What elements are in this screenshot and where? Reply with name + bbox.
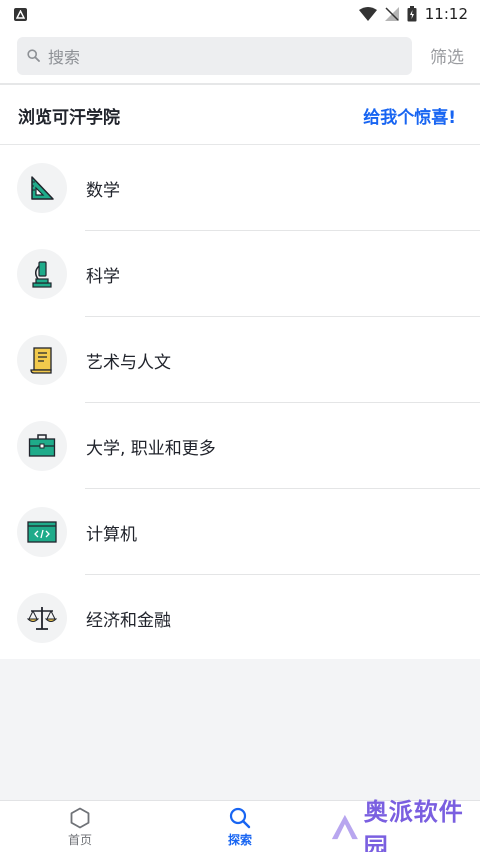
battery-icon	[407, 6, 417, 22]
status-time: 11:12	[424, 5, 468, 23]
subject-item-college-careers[interactable]: 大学, 职业和更多	[0, 403, 480, 489]
subject-item-computing[interactable]: 计算机	[0, 489, 480, 575]
empty-background	[0, 659, 480, 800]
watermark: 奥派软件园	[320, 798, 480, 852]
subject-icon-container	[17, 335, 67, 385]
wifi-icon	[358, 7, 377, 21]
search-row: 搜索 筛选	[0, 28, 480, 85]
subject-label: 大学, 职业和更多	[86, 438, 216, 459]
tab-explore-label: 探索	[227, 833, 252, 847]
subject-icon-container	[17, 421, 67, 471]
tab-home-label: 首页	[67, 833, 92, 847]
status-right: 11:12	[358, 5, 468, 23]
status-left	[14, 7, 27, 21]
subject-label: 数学	[86, 180, 120, 201]
subject-icon-container	[17, 593, 67, 643]
page-title: 浏览可汗学院	[18, 107, 120, 128]
triangle-ruler-icon	[31, 176, 54, 200]
subject-label: 艺术与人文	[86, 352, 171, 373]
tab-explore[interactable]: 探索	[160, 801, 320, 852]
hexagon-home-icon	[70, 807, 90, 829]
watermark-logo-icon	[331, 814, 358, 839]
subject-icon-container	[17, 163, 67, 213]
subject-label: 科学	[86, 266, 120, 287]
subject-label: 计算机	[86, 524, 137, 545]
notification-app-icon	[14, 7, 27, 21]
search-input[interactable]: 搜索	[17, 36, 412, 75]
filter-button[interactable]: 筛选	[430, 43, 464, 68]
no-signal-icon	[384, 7, 399, 21]
scroll-icon	[30, 347, 52, 374]
status-bar: 11:12	[0, 0, 480, 28]
subject-icon-container	[17, 507, 67, 557]
surprise-me-link[interactable]: 给我个惊喜!	[363, 103, 456, 128]
subject-item-economics-finance[interactable]: 经济和金融	[0, 575, 480, 661]
code-window-icon	[27, 521, 57, 543]
bottom-nav: 首页 探索 奥派软件园	[0, 798, 480, 852]
subject-label: 经济和金融	[86, 610, 171, 631]
subject-item-arts-humanities[interactable]: 艺术与人文	[0, 317, 480, 403]
balance-scale-icon	[27, 607, 57, 630]
subject-item-science[interactable]: 科学	[0, 231, 480, 317]
browse-header: 浏览可汗学院 给我个惊喜!	[0, 86, 480, 145]
search-placeholder: 搜索	[48, 47, 81, 67]
search-icon	[27, 49, 40, 62]
tab-home[interactable]: 首页	[0, 801, 160, 852]
briefcase-icon	[28, 434, 56, 457]
watermark-text: 奥派软件园	[363, 797, 464, 852]
search-icon	[229, 807, 251, 829]
subject-item-math[interactable]: 数学	[0, 145, 480, 231]
microscope-icon	[32, 261, 52, 288]
subject-list: 数学 科学 艺术与人文 大学, 职业和更多 计算机 经济和金融	[0, 145, 480, 661]
subject-icon-container	[17, 249, 67, 299]
